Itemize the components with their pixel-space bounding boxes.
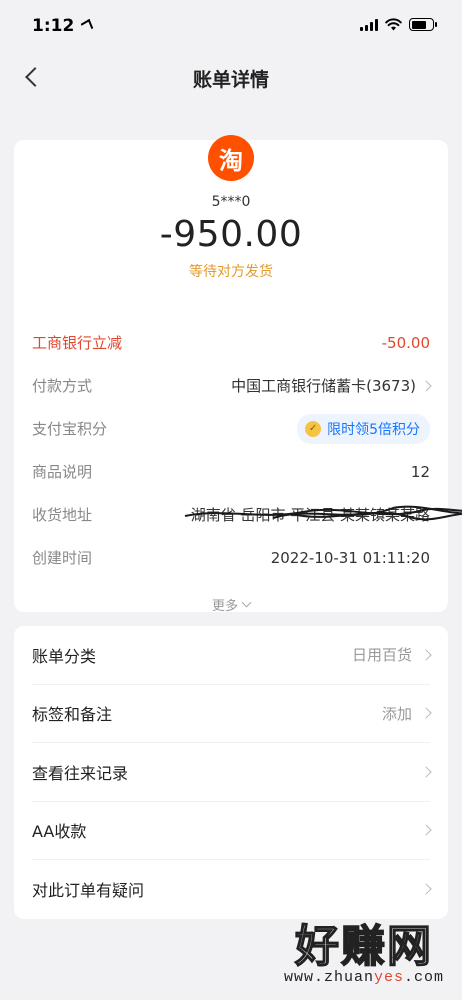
menu-item-view-records[interactable]: 查看往来记录 (32, 743, 432, 802)
taobao-logo-icon: 淘 (208, 135, 254, 181)
points-promo-badge[interactable]: ✓ 限时领5倍积分 (297, 413, 430, 444)
menu-item-label: 账单分类 (32, 646, 97, 666)
cellular-signal-icon (360, 18, 378, 31)
discount-row: 工商银行立减 -50.00 (32, 321, 430, 364)
alipay-points-row: 支付宝积分 ✓ 限时领5倍积分 (32, 407, 430, 450)
order-status: 等待对方发货 (189, 264, 273, 280)
menu-item-label: 对此订单有疑问 (32, 881, 145, 901)
shipping-address-label: 收货地址 (32, 506, 93, 524)
menu-item-label: 查看往来记录 (32, 763, 129, 783)
back-button[interactable] (22, 66, 45, 88)
menu-item-label: 标签和备注 (32, 705, 113, 725)
status-bar: 1:12 (0, 0, 462, 54)
payment-method-row[interactable]: 付款方式 中国工商银行储蓄卡(3673) (32, 364, 432, 407)
menu-item-value: 日用百货 (351, 646, 412, 665)
points-promo-text: 限时领5倍积分 (327, 421, 420, 438)
chevron-right-icon (420, 379, 432, 392)
product-description-label: 商品说明 (32, 463, 93, 481)
payee-name: 5***0 (211, 194, 251, 210)
system-icons (360, 16, 437, 31)
shipping-address-value: 湖南省 岳阳市 平江县 某某镇某某路 (184, 504, 462, 525)
menu-item-aa-collect[interactable]: AA收款 (32, 802, 432, 860)
taobao-logo-char: 淘 (219, 146, 243, 175)
shipping-address-row: 收货地址 湖南省 岳阳市 平江县 某某镇某某路 (32, 493, 462, 536)
discount-value: -50.00 (381, 333, 430, 352)
chevron-right-icon (420, 707, 432, 719)
discount-label: 工商银行立减 (32, 334, 123, 352)
more-details-button[interactable]: 更多 (32, 595, 430, 614)
menu-item-value: 添加 (381, 704, 412, 723)
chevron-right-icon (420, 883, 432, 895)
points-coin-icon: ✓ (305, 420, 322, 437)
menu-item-order-question[interactable]: 对此订单有疑问 (32, 860, 432, 919)
watermark-title: 好赚网 (294, 921, 433, 972)
battery-icon (409, 18, 437, 31)
location-arrow-icon (81, 18, 94, 34)
chevron-down-icon (241, 597, 252, 608)
menu-item-label: AA收款 (32, 822, 87, 842)
site-watermark: 好赚网 www.zhuanyes.com (284, 921, 444, 986)
clock-text: 1:12 (32, 16, 75, 36)
payment-method-label: 付款方式 (32, 377, 93, 395)
page-title: 账单详情 (192, 68, 269, 91)
watermark-url-b: yes (373, 969, 404, 986)
watermark-url-a: www.zhuan (283, 969, 374, 986)
alipay-points-label: 支付宝积分 (32, 420, 108, 438)
wifi-icon (385, 18, 402, 31)
created-time-row: 创建时间 2022-10-31 01:11:20 (32, 536, 430, 579)
chevron-left-icon (25, 67, 45, 87)
payment-method-value: 中国工商银行储蓄卡(3673) (231, 377, 416, 395)
created-time-value: 2022-10-31 01:11:20 (270, 548, 430, 567)
redaction-scribble-icon (184, 505, 462, 521)
more-label: 更多 (211, 599, 238, 614)
bill-details: 工商银行立减 -50.00 付款方式 中国工商银行储蓄卡(3673) 支付宝积分… (14, 321, 462, 614)
status-time: 1:12 (32, 16, 94, 36)
watermark-url: www.zhuanyes.com (284, 969, 444, 986)
product-description-row: 商品说明 12 (32, 450, 430, 493)
chevron-right-icon (420, 766, 432, 778)
bill-amount: -950.00 (159, 214, 303, 255)
bill-summary-card: 淘 5***0 -950.00 等待对方发货 工商银行立减 -50.00 付款方… (14, 135, 462, 614)
watermark-url-c: .com (403, 969, 444, 986)
bill-actions-card: 账单分类 日用百货 标签和备注 添加 查看往来记录 AA收款 对此订单有疑问 (14, 626, 448, 919)
menu-item-tags-notes[interactable]: 标签和备注 添加 (32, 685, 432, 743)
menu-item-bill-category[interactable]: 账单分类 日用百货 (32, 626, 432, 685)
navigation-bar: 账单详情 (0, 54, 462, 102)
chevron-right-icon (420, 649, 432, 661)
product-description-value: 12 (410, 462, 430, 481)
chevron-right-icon (420, 824, 432, 836)
created-time-label: 创建时间 (32, 549, 93, 567)
